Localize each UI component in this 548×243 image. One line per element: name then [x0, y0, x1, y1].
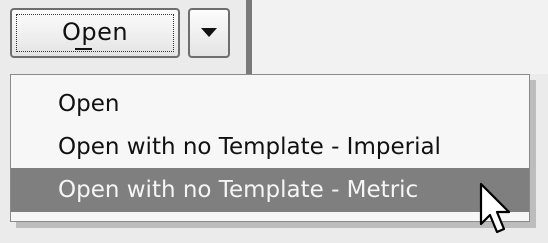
mouse-pointer-icon — [479, 182, 511, 234]
open-button-label: Open — [61, 18, 129, 46]
menu-item-open[interactable]: Open — [11, 82, 529, 126]
menu-item-open-metric[interactable]: Open with no Template - Metric — [11, 168, 529, 212]
chevron-down-icon — [201, 28, 217, 37]
open-dropdown-button[interactable] — [188, 8, 230, 58]
open-options-menu: Open Open with no Template - Imperial Op… — [10, 74, 530, 222]
toolbar-background — [252, 0, 548, 74]
menu-item-open-imperial[interactable]: Open with no Template - Imperial — [11, 125, 529, 169]
open-button[interactable]: Open — [10, 8, 180, 58]
mnemonic-underline — [75, 48, 92, 50]
